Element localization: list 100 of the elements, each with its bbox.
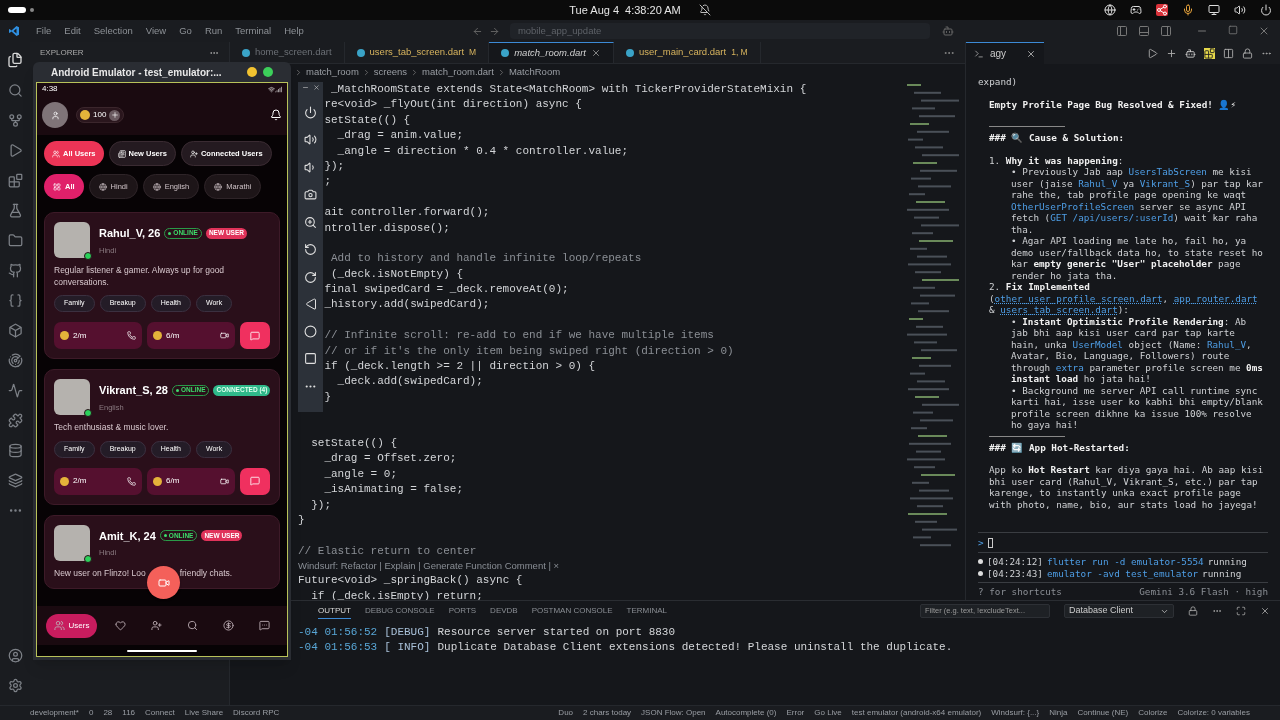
file-link[interactable]: users_tab_screen.dart bbox=[1000, 304, 1118, 315]
home-icon[interactable] bbox=[304, 324, 317, 338]
run-icon[interactable] bbox=[7, 143, 23, 158]
status-item[interactable]: Colorize: 0 variables bbox=[1177, 707, 1250, 719]
rotate-left-icon[interactable] bbox=[304, 243, 317, 256]
pulse-icon[interactable] bbox=[7, 383, 23, 398]
toggle-sidebar-icon[interactable] bbox=[1116, 25, 1128, 37]
voice-call-button[interactable]: 2/m bbox=[54, 467, 142, 495]
assistant-icon[interactable] bbox=[941, 25, 954, 37]
breadcrumb-item[interactable]: screens bbox=[373, 64, 408, 80]
maximize-button[interactable] bbox=[263, 67, 273, 77]
panel-tab[interactable]: OUTPUT bbox=[318, 603, 351, 619]
menu-item[interactable]: Help bbox=[278, 23, 310, 39]
puzzle-icon[interactable] bbox=[7, 413, 23, 428]
close-icon[interactable] bbox=[312, 84, 320, 91]
status-item[interactable]: test emulator (android-x64 emulator) bbox=[851, 707, 982, 719]
video-call-button[interactable]: 6/m bbox=[147, 467, 235, 495]
volume-up-icon[interactable] bbox=[304, 133, 317, 146]
status-item[interactable]: Ninja bbox=[1049, 707, 1068, 719]
braces-icon[interactable] bbox=[7, 293, 23, 308]
menu-item[interactable]: Selection bbox=[87, 23, 139, 39]
menu-item[interactable]: Edit bbox=[58, 23, 87, 39]
output-channel-dropdown[interactable]: Database Client bbox=[1064, 604, 1174, 618]
status-item[interactable]: 0 bbox=[88, 707, 94, 719]
menu-item[interactable]: View bbox=[139, 23, 173, 39]
nav-item[interactable]: Users bbox=[45, 613, 98, 638]
editor-tab[interactable]: user_main_card.dart 1, M bbox=[614, 42, 761, 63]
rotate-right-icon[interactable] bbox=[304, 270, 317, 284]
search-icon[interactable] bbox=[7, 83, 23, 98]
volume-down-icon[interactable] bbox=[304, 160, 317, 174]
back-icon[interactable] bbox=[304, 298, 317, 310]
panel-tab[interactable]: DEBUG CONSOLE bbox=[364, 603, 435, 619]
panel-tab[interactable]: DEVDB bbox=[490, 603, 518, 619]
input-cursor[interactable] bbox=[987, 537, 993, 548]
status-item[interactable]: Live Share bbox=[184, 707, 224, 719]
status-item[interactable]: 28 bbox=[103, 707, 113, 719]
layers-icon[interactable] bbox=[7, 473, 23, 488]
run-icon[interactable] bbox=[1147, 47, 1158, 59]
status-item[interactable]: Connect bbox=[145, 707, 175, 719]
close-tab-icon[interactable] bbox=[591, 48, 601, 58]
status-item[interactable]: development* bbox=[30, 707, 79, 719]
overview-icon[interactable] bbox=[304, 352, 317, 365]
menu-item[interactable]: File bbox=[30, 23, 58, 39]
zoom-icon[interactable] bbox=[304, 215, 317, 229]
panel-tab[interactable]: PORTS bbox=[448, 603, 477, 619]
close-icon[interactable] bbox=[1258, 25, 1270, 37]
github-icon[interactable] bbox=[7, 263, 23, 278]
menu-item[interactable]: Terminal bbox=[229, 23, 278, 39]
power-icon[interactable] bbox=[304, 105, 317, 119]
account-icon[interactable] bbox=[7, 648, 23, 663]
notification-icon[interactable] bbox=[270, 109, 282, 121]
status-item[interactable]: 2 chars today bbox=[583, 707, 632, 719]
lock-icon[interactable] bbox=[1242, 47, 1253, 59]
status-item[interactable]: Go Live bbox=[814, 707, 842, 719]
status-item[interactable]: JSON Flow: Open bbox=[641, 707, 706, 719]
database-icon[interactable] bbox=[7, 443, 23, 458]
status-item[interactable]: 116 bbox=[122, 707, 136, 719]
add-icon[interactable] bbox=[1166, 47, 1177, 59]
status-item[interactable]: Duo bbox=[558, 707, 574, 719]
breadcrumb-item[interactable]: MatchRoom bbox=[508, 64, 561, 80]
forward-icon[interactable] bbox=[488, 25, 500, 37]
toggle-secondary-sidebar-icon[interactable] bbox=[1160, 25, 1172, 37]
radar-icon[interactable] bbox=[7, 353, 23, 368]
bot-icon[interactable] bbox=[1185, 47, 1196, 59]
code-lens-actions[interactable]: Windsurf: Refactor | Explain | Generate Function Comment | × bbox=[298, 558, 560, 574]
box-icon[interactable] bbox=[7, 323, 23, 338]
files-icon[interactable] bbox=[7, 52, 23, 68]
chat-button[interactable] bbox=[240, 467, 270, 495]
settings-icon[interactable] bbox=[7, 678, 23, 693]
menu-item[interactable]: Run bbox=[198, 23, 229, 39]
panel-tab[interactable]: TERMINAL bbox=[626, 603, 668, 619]
breadcrumb-item[interactable]: match_room.dart bbox=[422, 64, 494, 80]
coin-balance[interactable]: 100 bbox=[76, 107, 125, 123]
status-item[interactable]: Windsurf: {...} bbox=[991, 707, 1040, 719]
close-icon[interactable] bbox=[1260, 606, 1270, 616]
minimize-button[interactable] bbox=[247, 67, 257, 77]
status-item[interactable]: Discord RPC bbox=[233, 707, 280, 719]
chat-button[interactable] bbox=[240, 322, 270, 349]
editor-tab[interactable]: match_room.dart bbox=[489, 42, 614, 63]
status-item[interactable]: Colorize bbox=[1138, 707, 1168, 719]
close-tab-icon[interactable] bbox=[1026, 48, 1036, 59]
status-item[interactable]: Continue (NE) bbox=[1077, 707, 1129, 719]
lock-icon[interactable] bbox=[1188, 606, 1198, 616]
minimize-icon[interactable] bbox=[301, 84, 309, 91]
extensions-icon[interactable] bbox=[7, 173, 23, 188]
toggle-panel-icon[interactable] bbox=[1138, 25, 1150, 37]
split-icon[interactable] bbox=[1223, 47, 1234, 59]
folder-icon[interactable] bbox=[7, 233, 23, 248]
flask-icon[interactable] bbox=[7, 203, 23, 218]
camera-icon[interactable] bbox=[304, 188, 317, 201]
status-item[interactable]: Error bbox=[786, 707, 805, 719]
video-call-button[interactable]: 6/m bbox=[147, 322, 235, 349]
maximize-icon[interactable] bbox=[1236, 606, 1246, 616]
maximize-icon[interactable] bbox=[1228, 25, 1238, 35]
blocks-icon[interactable] bbox=[1204, 47, 1215, 59]
source-control-icon[interactable] bbox=[7, 113, 23, 128]
voice-call-button[interactable]: 2/m bbox=[54, 322, 142, 349]
file-link[interactable]: app_router.dart bbox=[1173, 292, 1258, 304]
file-link[interactable]: other_user_profile_screen.dart bbox=[994, 292, 1163, 304]
panel-tab[interactable]: POSTMAN CONSOLE bbox=[531, 603, 613, 619]
